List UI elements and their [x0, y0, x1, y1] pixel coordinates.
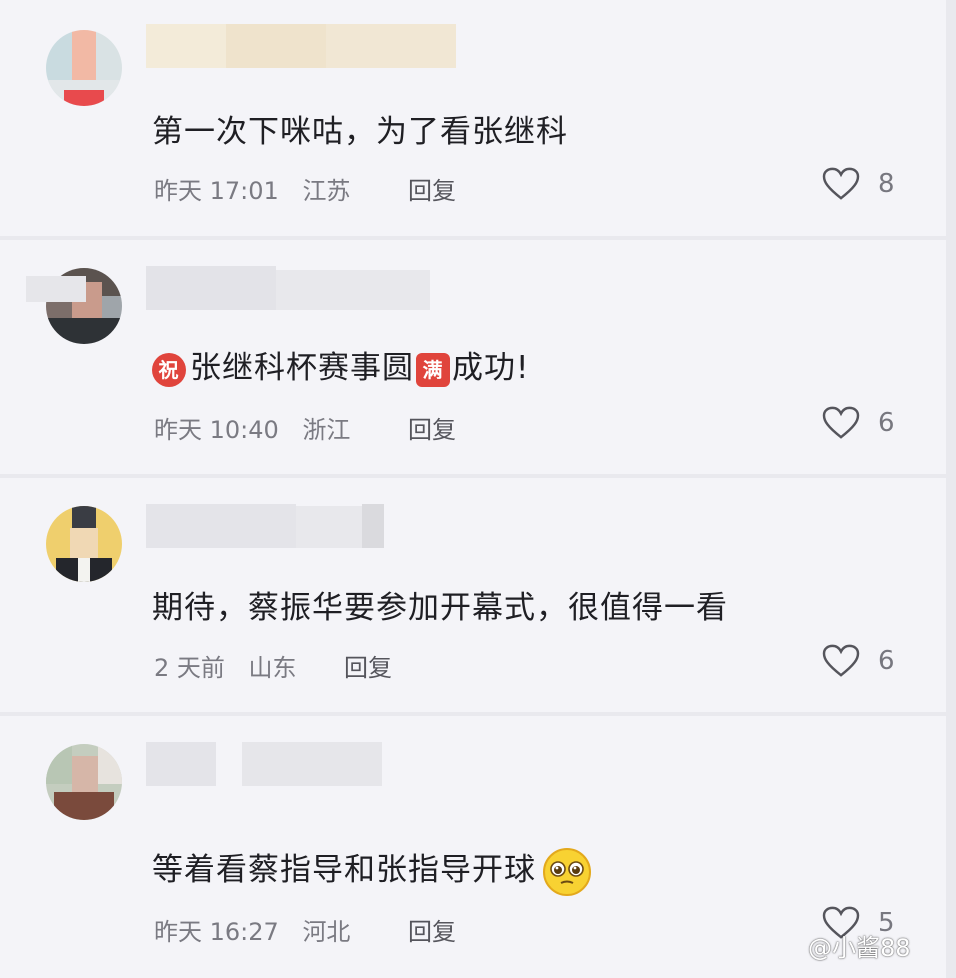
pleading-face-icon — [543, 847, 591, 896]
blur-block — [146, 266, 276, 310]
avatar-pixel — [64, 90, 104, 106]
avatar-pixel — [46, 744, 72, 784]
username-blurred[interactable] — [146, 24, 456, 68]
comment-text-part: 成功! — [452, 350, 530, 386]
reply-button[interactable]: 回复 — [408, 171, 456, 206]
full-badge: 满 — [416, 352, 450, 387]
blur-block — [26, 276, 86, 302]
avatar-pixel — [72, 506, 96, 530]
comment-meta: 昨天 16:27 河北 — [154, 912, 350, 947]
reply-button[interactable]: 回复 — [344, 648, 392, 683]
blur-block — [146, 504, 296, 548]
avatar-pixel — [72, 756, 98, 792]
username-blurred[interactable] — [146, 742, 382, 786]
like-count: 6 — [878, 408, 895, 438]
blur-block — [296, 506, 362, 548]
reply-button[interactable]: 回复 — [408, 912, 456, 947]
avatar-pixel — [46, 318, 122, 344]
like-button[interactable]: 8 — [822, 167, 895, 201]
blur-block — [326, 24, 456, 68]
heart-icon — [822, 644, 860, 677]
reply-button[interactable]: 回复 — [408, 410, 456, 445]
blur-block — [226, 24, 326, 68]
blur-block — [276, 270, 430, 310]
comment-text: 等着看蔡指导和张指导开球 — [152, 844, 592, 897]
blur-block — [362, 504, 384, 548]
comment-location: 河北 — [302, 918, 351, 946]
like-count: 8 — [878, 169, 895, 199]
heart-icon — [822, 406, 860, 439]
heart-icon — [822, 167, 860, 200]
blur-block — [242, 742, 382, 786]
celebrate-badge: 祝 — [152, 352, 186, 387]
comment-time: 昨天 16:27 — [154, 918, 279, 946]
comment-time: 昨天 17:01 — [154, 177, 279, 205]
like-button[interactable]: 6 — [822, 406, 895, 440]
avatar[interactable] — [46, 506, 122, 582]
avatar[interactable] — [46, 744, 122, 820]
comment-text-part: 张继科杯赛事圆 — [190, 350, 414, 386]
avatar-pixel — [98, 744, 122, 784]
like-button[interactable]: 6 — [822, 644, 895, 678]
avatar[interactable] — [46, 30, 122, 106]
comment-card: 祝张继科杯赛事圆满成功! 昨天 10:40 浙江 回复 6 — [0, 240, 946, 474]
avatar-pixel — [70, 528, 98, 558]
comment-meta: 2 天前 山东 — [154, 648, 297, 683]
comment-text: 第一次下咪咕，为了看张继科 — [152, 114, 568, 150]
watermark: @小酱88 — [808, 934, 911, 962]
comment-location: 山东 — [248, 654, 297, 682]
comment-time: 2 天前 — [154, 654, 225, 682]
comment-card: 期待，蔡振华要参加开幕式，很值得一看 2 天前 山东 回复 6 — [0, 478, 946, 712]
avatar-pixel — [54, 792, 114, 820]
comment-meta: 昨天 10:40 浙江 — [154, 410, 350, 445]
comment-location: 浙江 — [302, 416, 351, 444]
avatar-pixel — [78, 558, 90, 582]
blur-block — [146, 24, 226, 68]
avatar-pixel — [72, 30, 96, 80]
username-blurred[interactable] — [26, 266, 430, 310]
comment-time: 昨天 10:40 — [154, 416, 279, 444]
comment-card: 第一次下咪咕，为了看张继科 昨天 17:01 江苏 回复 8 — [0, 0, 946, 236]
comment-meta: 昨天 17:01 江苏 — [154, 171, 350, 206]
comment-text: 期待，蔡振华要参加开幕式，很值得一看 — [152, 590, 728, 626]
comment-location: 江苏 — [302, 177, 351, 205]
blur-block — [146, 742, 216, 786]
comment-text: 祝张继科杯赛事圆满成功! — [152, 342, 529, 387]
comment-card: 等着看蔡指导和张指导开球 昨天 16:27 河北 回复 5 — [0, 716, 946, 978]
comment-text-part: 等着看蔡指导和张指导开球 — [152, 852, 536, 888]
username-blurred[interactable] — [146, 504, 386, 548]
like-count: 6 — [878, 646, 895, 676]
